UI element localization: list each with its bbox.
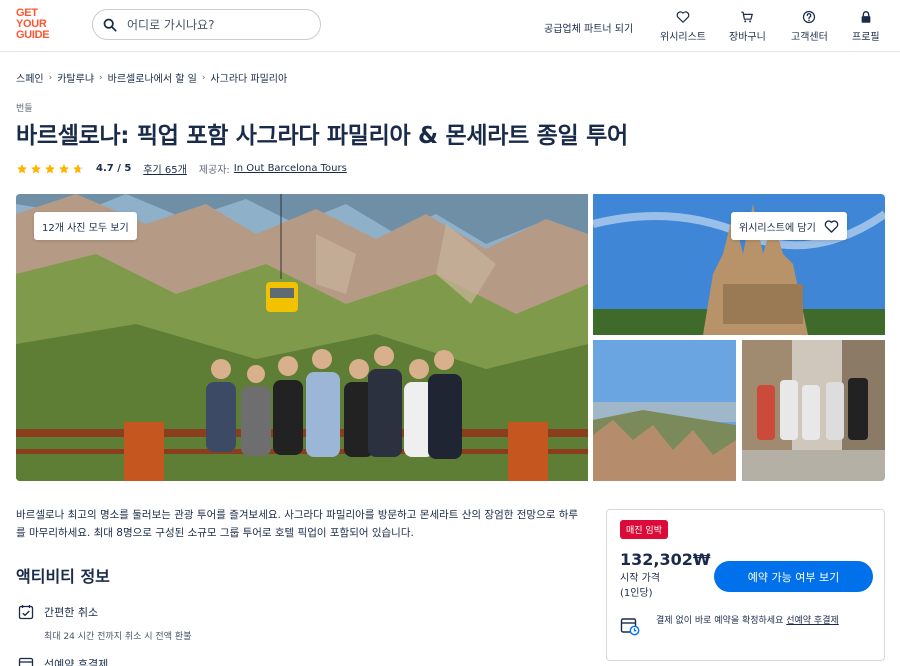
nav-cart[interactable]: 장바구니 [729,10,766,43]
become-supplier-link[interactable]: 공급업체 파트너 되기 [544,20,633,35]
activity-info-title: 액티비티 정보 [16,567,110,586]
logo-line-3: GUIDE [16,29,50,41]
star-icon [59,163,69,173]
provider-link[interactable]: In Out Barcelona Tours [234,163,347,174]
chevron-right-icon: › [201,72,206,83]
photo-montserrat-view[interactable] [593,340,736,481]
reserve-text: 결제 없이 바로 예약을 확정하세요 [656,616,787,626]
breadcrumb-item[interactable]: 사그라다 파밀리아 [210,70,287,85]
heart-icon [676,11,690,23]
feature-reserve-now-pay-later: 선예약 후결제 [18,656,108,666]
nav-cart-label: 장바구니 [729,32,766,43]
chevron-right-icon: › [99,72,103,83]
price-unit: (1인당) [620,588,653,599]
price: 132,302₩ [620,550,711,569]
nav-help-label: 고객센터 [791,32,828,43]
add-to-wishlist-label: 위시리스트에 담기 [739,222,816,234]
search-bar[interactable] [92,9,321,40]
star-icon [31,163,41,173]
reserve-text-block: 결제 없이 바로 예약을 확정하세요 선예약 후결제 [656,614,839,636]
getyourguide-logo[interactable]: GET YOUR GUIDE [16,8,60,41]
search-icon [103,18,117,32]
star-icon [17,163,27,173]
check-availability-button[interactable]: 예약 가능 여부 보기 [714,561,873,592]
star-rating [16,163,84,175]
reserve-now-pay-later-link[interactable]: 선예약 후결제 [786,616,839,626]
booking-card: 매진 임박 132,302₩ 시작 가격 (1인당) 예약 가능 여부 보기 결… [606,509,885,661]
nav-profile[interactable]: 프로필 [852,10,880,43]
feature-title: 간편한 취소 [44,606,99,619]
breadcrumb-item[interactable]: 스페인 [16,70,44,85]
feature-free-cancellation: 간편한 취소 [18,604,98,620]
calendar-icon [18,657,34,666]
help-icon [803,10,816,24]
add-to-wishlist-button[interactable]: 위시리스트에 담기 [731,212,847,240]
half-star-icon [73,163,83,173]
view-all-photos-label: 12개 사진 모두 보기 [42,222,129,234]
breadcrumb-item[interactable]: 카탈루냐 [57,70,94,85]
provider-label: 제공자: [198,165,230,176]
nav-help[interactable]: 고객센터 [791,10,828,43]
activity-category: 번들 [16,104,33,114]
page-title: 바르셀로나: 픽업 포함 사그라다 파밀리아 & 몬세라트 종일 투어 [16,123,628,149]
feature-title: 선예약 후결제 [44,658,109,666]
price-caption: 시작 가격 (1인당) [620,571,660,601]
reviews-link[interactable]: 후기 65개 [143,161,187,176]
heart-icon [824,219,839,233]
top-header: GET YOUR GUIDE 공급업체 파트너 되기 위시리스트 장바구니 고객… [0,0,900,52]
nav-wishlist-label: 위시리스트 [660,32,706,43]
lock-icon [861,11,871,23]
nav-wishlist[interactable]: 위시리스트 [660,10,706,43]
view-all-photos-button[interactable]: 12개 사진 모두 보기 [34,212,137,240]
reserve-now-pay-later-row: 결제 없이 바로 예약을 확정하세요 선예약 후결제 [620,614,875,636]
calendar-clock-icon [620,618,640,636]
photo-group-street[interactable] [742,340,885,481]
nav-profile-label: 프로필 [852,32,880,43]
breadcrumb-item[interactable]: 바르셀로나에서 할 일 [108,70,197,85]
price-label: 시작 가격 [620,573,660,584]
star-icon [45,163,55,173]
cart-icon [741,11,754,23]
likely-to-sell-out-badge: 매진 임박 [620,520,668,539]
calendar-check-icon [18,605,34,620]
search-input[interactable] [127,17,297,32]
activity-description: 바르셀로나 최고의 명소를 둘러보는 관광 투어를 즐겨보세요. 사그라다 파밀… [16,509,579,539]
feature-subtitle: 최대 24 시간 전까지 취소 시 전액 환불 [44,632,192,642]
chevron-right-icon: › [48,72,53,83]
breadcrumb: 스페인 › 카탈루냐 › 바르셀로나에서 할 일 › 사그라다 파밀리아 [16,70,287,86]
rating-row: 4.7 / 5 후기 65개 제공자: In Out Barcelona Tou… [16,161,347,176]
rating-score: 4.7 / 5 [96,163,132,174]
